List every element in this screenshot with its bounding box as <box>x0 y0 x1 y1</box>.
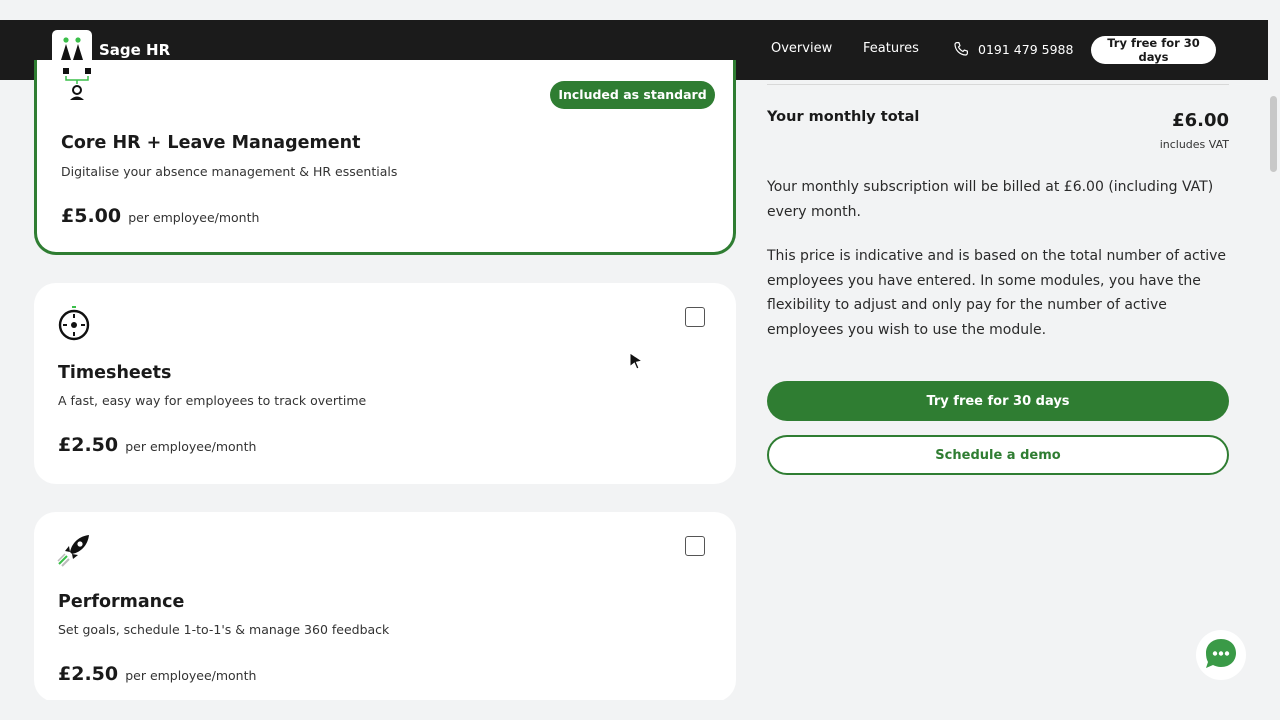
stopwatch-icon <box>58 306 90 341</box>
window-top-strip <box>0 0 1280 20</box>
schedule-demo-button[interactable]: Schedule a demo <box>767 435 1229 475</box>
phone-number[interactable]: 0191 479 5988 <box>978 42 1073 57</box>
included-standard-badge: Included as standard <box>550 81 715 109</box>
module-description: Digitalise your absence management & HR … <box>61 164 398 179</box>
module-title: Performance <box>58 592 185 612</box>
module-card-performance[interactable]: Performance Set goals, schedule 1-to-1's… <box>34 512 736 702</box>
monthly-total-value: £6.00 <box>1172 110 1229 131</box>
module-price: £5.00 <box>61 205 122 227</box>
module-card-timesheets[interactable]: Timesheets A fast, easy way for employee… <box>34 283 736 484</box>
summary-divider <box>767 84 1229 85</box>
module-price-row: £2.50 per employee/month <box>58 434 256 456</box>
chat-widget[interactable] <box>1196 630 1246 680</box>
rocket-icon <box>57 535 89 567</box>
module-title: Core HR + Leave Management <box>61 133 361 153</box>
module-title: Timesheets <box>58 363 172 383</box>
timesheets-checkbox[interactable] <box>685 307 705 327</box>
mouse-cursor-icon <box>629 352 644 370</box>
window-bottom-strip <box>0 700 1280 720</box>
module-price: £2.50 <box>58 663 119 685</box>
module-price: £2.50 <box>58 434 119 456</box>
nav-link-features[interactable]: Features <box>863 41 919 56</box>
module-price-unit: per employee/month <box>128 210 260 225</box>
module-price-unit: per employee/month <box>125 668 257 683</box>
page-scrollbar-thumb[interactable] <box>1270 96 1277 172</box>
page-scrollbar-track[interactable] <box>1268 80 1280 700</box>
brand-name[interactable]: Sage HR <box>99 41 170 59</box>
performance-checkbox[interactable] <box>685 536 705 556</box>
module-description: A fast, easy way for employees to track … <box>58 393 367 408</box>
module-price-row: £5.00 per employee/month <box>61 205 259 227</box>
nav-link-overview[interactable]: Overview <box>771 41 832 56</box>
try-free-button[interactable]: Try free for 30 days <box>767 381 1229 421</box>
module-price-row: £2.50 per employee/month <box>58 663 256 685</box>
module-description: Set goals, schedule 1-to-1's & manage 36… <box>58 622 390 637</box>
module-card-core-hr: Included as standard Core HR + Leave Man… <box>34 60 736 255</box>
phone-icon[interactable] <box>952 40 970 58</box>
chat-bubble-icon <box>1206 639 1236 668</box>
people-org-icon <box>63 68 91 100</box>
module-price-unit: per employee/month <box>125 439 257 454</box>
billing-text: Your monthly subscription will be billed… <box>767 179 1214 220</box>
vat-note: includes VAT <box>1159 138 1229 151</box>
monthly-total-label: Your monthly total <box>767 109 920 125</box>
nav-try-free-button[interactable]: Try free for 30 days <box>1091 36 1216 64</box>
price-disclaimer: This price is indicative and is based on… <box>767 248 1227 338</box>
